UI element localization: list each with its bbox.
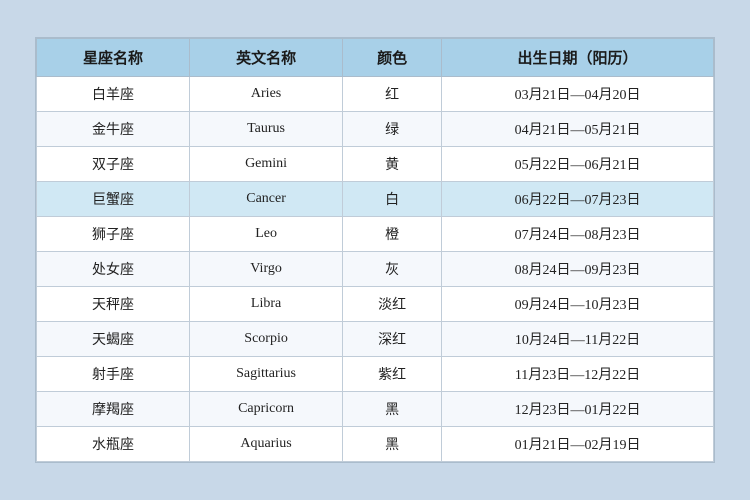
header-english-name: 英文名称 — [190, 39, 343, 77]
cell-english: Leo — [190, 217, 343, 252]
cell-chinese: 水瓶座 — [37, 427, 190, 462]
cell-english: Cancer — [190, 182, 343, 217]
cell-chinese: 摩羯座 — [37, 392, 190, 427]
cell-english: Aries — [190, 77, 343, 112]
cell-dates: 05月22日—06月21日 — [442, 147, 714, 182]
cell-english: Scorpio — [190, 322, 343, 357]
cell-color: 紫红 — [343, 357, 442, 392]
cell-color: 白 — [343, 182, 442, 217]
table-row: 巨蟹座Cancer白06月22日—07月23日 — [37, 182, 714, 217]
table-row: 处女座Virgo灰08月24日—09月23日 — [37, 252, 714, 287]
cell-chinese: 白羊座 — [37, 77, 190, 112]
zodiac-table-container: 星座名称 英文名称 颜色 出生日期（阳历） 白羊座Aries红03月21日—04… — [35, 37, 715, 463]
cell-english: Taurus — [190, 112, 343, 147]
cell-chinese: 天秤座 — [37, 287, 190, 322]
cell-chinese: 金牛座 — [37, 112, 190, 147]
table-row: 白羊座Aries红03月21日—04月20日 — [37, 77, 714, 112]
cell-chinese: 双子座 — [37, 147, 190, 182]
cell-chinese: 天蝎座 — [37, 322, 190, 357]
cell-english: Capricorn — [190, 392, 343, 427]
cell-dates: 01月21日—02月19日 — [442, 427, 714, 462]
cell-dates: 08月24日—09月23日 — [442, 252, 714, 287]
table-row: 摩羯座Capricorn黑12月23日—01月22日 — [37, 392, 714, 427]
cell-color: 灰 — [343, 252, 442, 287]
header-dates: 出生日期（阳历） — [442, 39, 714, 77]
cell-english: Libra — [190, 287, 343, 322]
cell-dates: 09月24日—10月23日 — [442, 287, 714, 322]
cell-chinese: 狮子座 — [37, 217, 190, 252]
table-row: 双子座Gemini黄05月22日—06月21日 — [37, 147, 714, 182]
table-row: 射手座Sagittarius紫红11月23日—12月22日 — [37, 357, 714, 392]
header-chinese-name: 星座名称 — [37, 39, 190, 77]
cell-english: Sagittarius — [190, 357, 343, 392]
cell-dates: 10月24日—11月22日 — [442, 322, 714, 357]
cell-dates: 04月21日—05月21日 — [442, 112, 714, 147]
cell-dates: 06月22日—07月23日 — [442, 182, 714, 217]
cell-color: 黄 — [343, 147, 442, 182]
cell-color: 黑 — [343, 392, 442, 427]
table-row: 水瓶座Aquarius黑01月21日—02月19日 — [37, 427, 714, 462]
cell-color: 橙 — [343, 217, 442, 252]
cell-color: 淡红 — [343, 287, 442, 322]
cell-color: 绿 — [343, 112, 442, 147]
cell-chinese: 射手座 — [37, 357, 190, 392]
cell-dates: 11月23日—12月22日 — [442, 357, 714, 392]
cell-dates: 12月23日—01月22日 — [442, 392, 714, 427]
header-color: 颜色 — [343, 39, 442, 77]
cell-color: 深红 — [343, 322, 442, 357]
zodiac-table: 星座名称 英文名称 颜色 出生日期（阳历） 白羊座Aries红03月21日—04… — [36, 38, 714, 462]
cell-chinese: 巨蟹座 — [37, 182, 190, 217]
cell-english: Gemini — [190, 147, 343, 182]
table-header-row: 星座名称 英文名称 颜色 出生日期（阳历） — [37, 39, 714, 77]
cell-dates: 03月21日—04月20日 — [442, 77, 714, 112]
table-row: 金牛座Taurus绿04月21日—05月21日 — [37, 112, 714, 147]
cell-color: 红 — [343, 77, 442, 112]
table-row: 天蝎座Scorpio深红10月24日—11月22日 — [37, 322, 714, 357]
cell-english: Aquarius — [190, 427, 343, 462]
table-row: 天秤座Libra淡红09月24日—10月23日 — [37, 287, 714, 322]
table-row: 狮子座Leo橙07月24日—08月23日 — [37, 217, 714, 252]
cell-dates: 07月24日—08月23日 — [442, 217, 714, 252]
cell-color: 黑 — [343, 427, 442, 462]
cell-english: Virgo — [190, 252, 343, 287]
cell-chinese: 处女座 — [37, 252, 190, 287]
